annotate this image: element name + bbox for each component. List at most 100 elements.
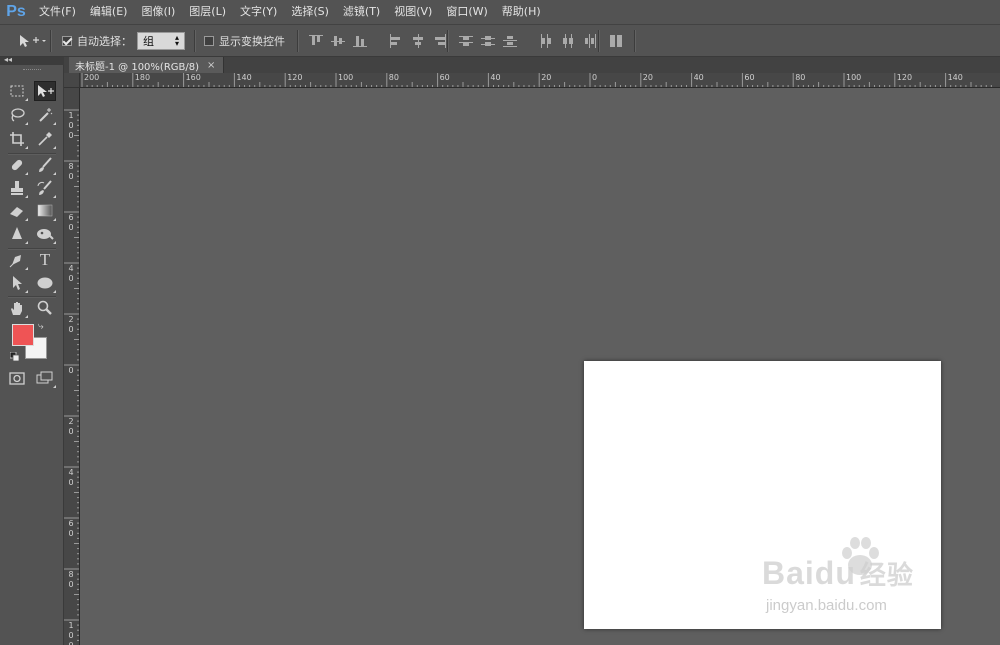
distribute-bottom-icon[interactable] xyxy=(503,34,517,48)
auto-select-checkbox[interactable] xyxy=(62,36,72,46)
swap-colors-icon[interactable]: ⤷ xyxy=(38,321,44,332)
divider xyxy=(598,30,600,52)
menu-select[interactable]: 选择(S) xyxy=(284,0,336,24)
document-tab-title: 未标题-1 @ 100%(RGB/8) xyxy=(75,61,200,73)
show-transform-checkbox[interactable] xyxy=(204,36,214,46)
distribute-left-icon[interactable] xyxy=(539,34,553,48)
crop-tool-icon[interactable] xyxy=(6,129,28,149)
ruler-label: 200 xyxy=(84,73,100,82)
distribute-top-icon[interactable] xyxy=(459,34,473,48)
brush-tool-icon[interactable] xyxy=(34,155,56,175)
ruler-label: 60 xyxy=(439,73,450,82)
ruler-ticks xyxy=(81,73,992,87)
ruler-label: 0 xyxy=(68,366,74,375)
dropdown-arrows-icon: ▴ ▾ xyxy=(174,33,179,48)
menu-layer[interactable]: 图层(L) xyxy=(182,0,233,24)
ruler-label: 0 xyxy=(592,73,598,82)
vertical-ruler[interactable]: 1 0 0 8 0 6 0 4 0 2 0 0 2 0 4 0 6 0 8 0 1 0 0 xyxy=(64,88,80,645)
divider xyxy=(297,30,299,52)
auto-select-label: 自动选择： xyxy=(77,35,132,48)
magic-wand-tool-icon[interactable] xyxy=(34,105,56,125)
distribute-hcenter-icon[interactable] xyxy=(561,34,575,48)
align-right-icon[interactable] xyxy=(433,34,447,48)
ruler-label: 6 0 xyxy=(68,519,74,538)
move-arrow-icon xyxy=(20,35,46,47)
quick-mask-icon[interactable] xyxy=(6,368,28,388)
align-left-icon[interactable] xyxy=(389,34,403,48)
ruler-label: 120 xyxy=(287,73,303,82)
ellipse-tool-icon[interactable] xyxy=(34,273,56,293)
auto-align-layers-icon[interactable] xyxy=(609,34,623,48)
healing-brush-tool-icon[interactable] xyxy=(6,155,28,175)
default-colors-icon[interactable] xyxy=(9,351,20,362)
canvas-workspace[interactable] xyxy=(80,88,1000,645)
screen-mode-icon[interactable] xyxy=(34,368,56,388)
align-top-icon[interactable] xyxy=(309,34,323,48)
zoom-tool-icon[interactable] xyxy=(34,298,56,318)
ruler-label: 120 xyxy=(896,73,913,82)
align-group xyxy=(309,25,447,57)
align-bottom-icon[interactable] xyxy=(353,34,367,48)
ruler-label: 40 xyxy=(693,73,704,82)
toolbox-grip[interactable] xyxy=(23,69,41,72)
divider xyxy=(194,30,196,52)
distribute-right-icon[interactable] xyxy=(583,34,597,48)
ruler-label: 2 0 xyxy=(68,417,74,436)
type-tool-icon[interactable]: T xyxy=(34,250,56,270)
document-canvas[interactable] xyxy=(584,361,941,629)
collapse-arrows-icon[interactable]: ◂◂ xyxy=(4,55,12,64)
ruler-label: 140 xyxy=(947,73,963,82)
close-icon[interactable]: × xyxy=(207,60,215,71)
menu-file[interactable]: 文件(F) xyxy=(32,0,83,24)
ruler-label: 8 0 xyxy=(68,162,74,181)
align-vcenter-icon[interactable] xyxy=(331,34,345,48)
eraser-tool-icon[interactable] xyxy=(6,201,28,221)
ruler-label: 40 xyxy=(490,73,501,82)
pen-tool-icon[interactable] xyxy=(6,250,28,270)
auto-select-dropdown[interactable]: 组 ▴ ▾ xyxy=(137,32,185,50)
photoshop-logo: Ps xyxy=(6,3,26,20)
ruler-label: 100 xyxy=(338,73,354,82)
dodge-tool-icon[interactable] xyxy=(34,224,56,244)
distribute-vcenter-icon[interactable] xyxy=(481,34,495,48)
tool-preset-picker[interactable] xyxy=(18,25,46,57)
options-bar: 自动选择： 组 ▴ ▾ 显示变换控件 xyxy=(0,24,1000,57)
document-tab-strip: 未标题-1 @ 100%(RGB/8) × xyxy=(64,57,1000,73)
ruler-label: 4 0 xyxy=(68,468,74,487)
menu-image[interactable]: 图像(I) xyxy=(134,0,182,24)
toolbox-header: ◂◂ xyxy=(0,55,64,65)
ruler-label: 60 xyxy=(744,73,755,82)
show-transform-label: 显示变换控件 xyxy=(219,35,285,48)
foreground-color-swatch[interactable] xyxy=(12,324,34,346)
divider xyxy=(634,30,636,52)
menu-view[interactable]: 视图(V) xyxy=(387,0,439,24)
ruler-label: 2 0 xyxy=(68,315,74,334)
menu-bar: Ps 文件(F) 编辑(E) 图像(I) 图层(L) 文字(Y) 选择(S) 滤… xyxy=(0,0,1000,24)
move-tool-icon[interactable] xyxy=(34,81,56,101)
horizontal-ruler[interactable]: 200 180 160 140 120 100 80 60 40 20 0 20 40 60 80 100 12… xyxy=(80,73,1000,88)
ruler-label: 80 xyxy=(388,73,399,82)
path-selection-tool-icon[interactable] xyxy=(6,273,28,293)
clone-stamp-tool-icon[interactable] xyxy=(6,178,28,198)
menu-filter[interactable]: 滤镜(T) xyxy=(336,0,387,24)
history-brush-tool-icon[interactable] xyxy=(34,178,56,198)
menu-edit[interactable]: 编辑(E) xyxy=(83,0,135,24)
menu-window[interactable]: 窗口(W) xyxy=(439,0,494,24)
ruler-label: 140 xyxy=(236,73,252,82)
document-tab[interactable]: 未标题-1 @ 100%(RGB/8) × xyxy=(69,57,225,73)
menu-type[interactable]: 文字(Y) xyxy=(233,0,284,24)
ruler-label: 1 0 0 xyxy=(68,621,74,645)
gradient-tool-icon[interactable] xyxy=(34,201,56,221)
lasso-tool-icon[interactable] xyxy=(6,105,28,125)
hand-tool-icon[interactable] xyxy=(6,298,28,318)
align-hcenter-icon[interactable] xyxy=(411,34,425,48)
ruler-label: 6 0 xyxy=(68,213,74,232)
ruler-label: 160 xyxy=(185,73,201,82)
menu-help[interactable]: 帮助(H) xyxy=(495,0,548,24)
ruler-label: 8 0 xyxy=(68,570,74,589)
ruler-label: 20 xyxy=(642,73,653,82)
eyedropper-tool-icon[interactable] xyxy=(34,129,56,149)
blur-tool-icon[interactable] xyxy=(6,224,28,244)
marquee-tool-icon[interactable] xyxy=(6,81,28,101)
ruler-origin[interactable] xyxy=(64,73,80,88)
